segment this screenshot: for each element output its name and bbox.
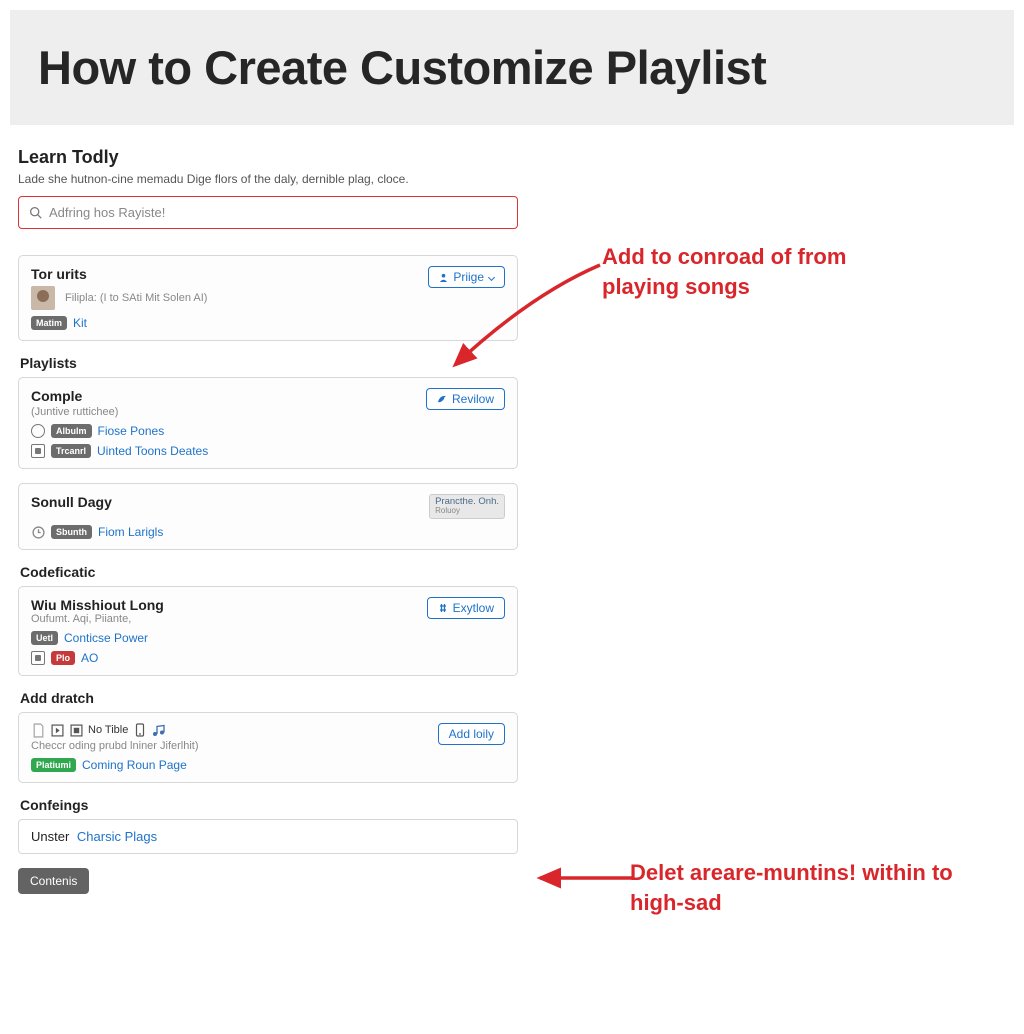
bird-icon [437,394,447,404]
circle-icon [31,424,45,438]
annotation-1: Add to conroad of from playing songs [602,242,862,301]
card4-r2-text[interactable]: AO [81,651,98,665]
card2-r1-link[interactable]: Fiose Pones [98,424,165,438]
card-add-dratch: No Tible Checcr oding prubd lniner Jifer… [18,712,518,783]
play-box-icon[interactable] [50,723,64,737]
card4-sub: Oufumt. Aqi, Piiante, [31,613,164,625]
card2-r1-badge: Albulm [51,424,92,438]
codeficatic-label: Codeficatic [20,564,522,580]
card2-title: Comple [31,388,82,404]
avatar-icon [31,286,55,310]
exytlow-label: Exytlow [453,601,494,615]
arrow-1-icon [440,260,620,380]
annotation-2: Delet areare-muntins! within to high-sad [630,858,1010,917]
file-icon[interactable] [31,723,45,737]
music-icon[interactable] [152,723,166,737]
card-misshiout: Wiu Misshiout Long Oufumt. Aqi, Piiante,… [18,586,518,676]
card3-link[interactable]: Fiom Larigls [98,525,163,539]
add-loily-label: Add loily [449,727,494,741]
learn-desc: Lade she hutnon-cine memadu Dige flors o… [18,172,522,186]
search-placeholder: Adfring hos Rayiste! [49,205,165,220]
arrow-2-icon [532,865,642,891]
card4-r2-badge: Plo [51,651,75,665]
page-title: How to Create Customize Playlist [38,40,986,95]
revilow-button[interactable]: Revilow [426,388,505,410]
prancthe-button[interactable]: Prancthe. Onh. Roluoy [429,494,505,519]
card3-title: Sonull Dagy [31,494,112,510]
card5-sub: Checcr oding prubd lniner Jiferlhit) [31,740,438,752]
learn-title: Learn Todly [18,147,522,168]
card4-r1-link[interactable]: Conticse Power [64,631,148,645]
card1-title: Tor urits [31,266,207,282]
card2-r2-link[interactable]: Uinted Toons Deates [97,444,208,458]
card1-link[interactable]: Kit [73,316,87,330]
square-icon-2 [31,651,45,665]
card3-badge: Sbunth [51,525,92,539]
card-confeings: Unster Charsic Plags [18,819,518,854]
confeings-label: Confeings [20,797,522,813]
card4-r1-badge: Uetl [31,631,58,645]
search-input[interactable]: Adfring hos Rayiste! [18,196,518,229]
card4-title: Wiu Misshiout Long [31,597,164,613]
charsic-plags-link[interactable]: Charsic Plags [77,829,157,844]
unster-text: Unster [31,829,69,844]
hash-icon [438,603,448,613]
clock-icon [31,525,45,539]
card1-badge: Matim [31,316,67,330]
card5-badge: Platiumi [31,758,76,772]
card5-link[interactable]: Coming Roun Page [82,758,187,772]
card2-sub: (Juntive ruttichee) [31,406,118,418]
card2-r2-badge: Trcanrl [51,444,91,458]
exytlow-button[interactable]: Exytlow [427,597,505,619]
card-sonull: Sonull Dagy Prancthe. Onh. Roluoy Sbunth… [18,483,518,550]
add-dratch-label: Add dratch [20,690,522,706]
revilow-label: Revilow [452,392,494,406]
search-icon [29,206,42,219]
card1-meta: Filipla: (I to SAti Mit Solen AI) [65,292,207,304]
card-comple: Comple (Juntive ruttichee) Revilow Albul… [18,377,518,469]
square-icon [31,444,45,458]
notitle-text: No Tible [88,724,128,736]
add-loily-button[interactable]: Add loily [438,723,505,745]
phone-icon[interactable] [133,723,147,737]
media-icon-2[interactable] [69,723,83,737]
page-banner: How to Create Customize Playlist [10,10,1014,125]
contenis-button[interactable]: Contenis [18,868,89,894]
